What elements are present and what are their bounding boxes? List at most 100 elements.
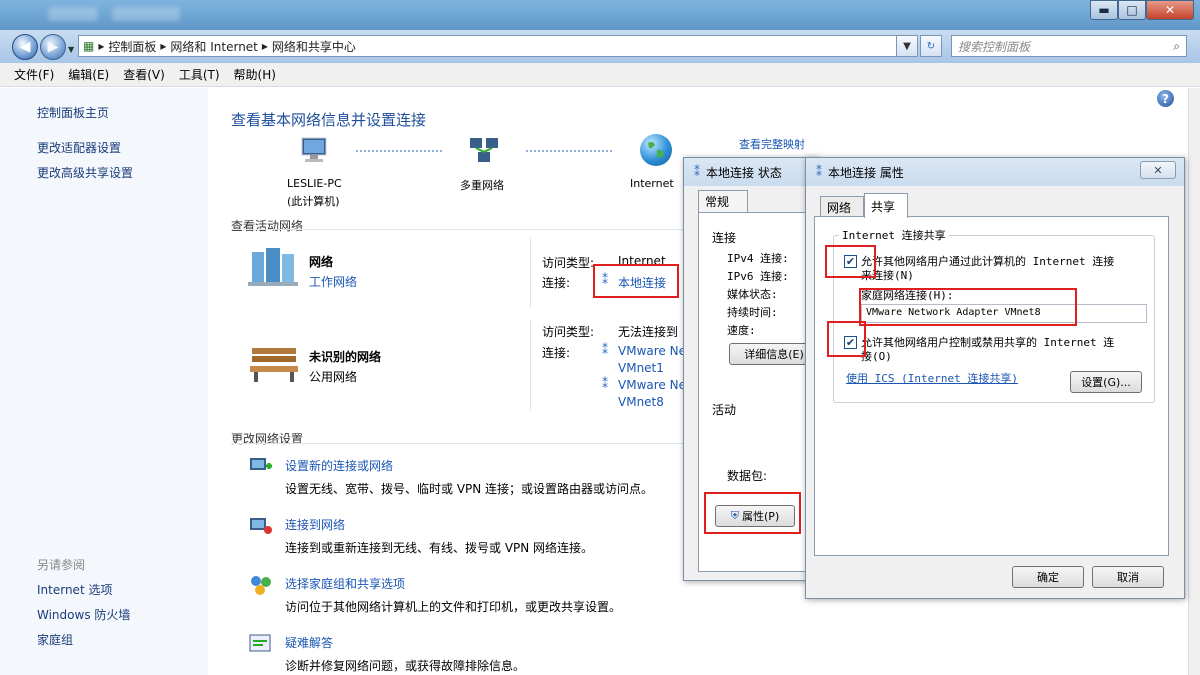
node-this-pc-sub: (此计算机) xyxy=(287,195,340,208)
network-type-link[interactable]: 工作网络 xyxy=(309,273,357,290)
search-icon[interactable]: ⌕ xyxy=(1173,39,1180,54)
bench-icon xyxy=(248,346,300,384)
sidebar-item-control-panel-home[interactable]: 控制面板主页 xyxy=(37,104,109,121)
main-scrollbar[interactable] xyxy=(1188,88,1200,675)
ics-group-title: Internet 连接共享 xyxy=(839,227,949,243)
ethernet-icon: ⁑ xyxy=(602,377,608,391)
title-bar: ▬ □ ✕ xyxy=(0,0,1200,30)
settings-button[interactable]: 设置(G)... xyxy=(1070,371,1142,393)
sidebar-item-internet-options[interactable]: Internet 选项 xyxy=(37,581,112,598)
connect-to-network-icon xyxy=(248,514,274,538)
ethernet-icon: ⁑ xyxy=(602,343,608,357)
network-name: 网络 xyxy=(309,255,334,269)
ics-help-link[interactable]: 使用 ICS (Internet 连接共享) xyxy=(846,370,1018,386)
help-icon[interactable]: ? xyxy=(1157,90,1174,107)
navigation-bar: ◀ ▶ ▼ ▦ ▸ 控制面板 ▸ 网络和 Internet ▸ 网络和共享中心 … xyxy=(0,30,1200,63)
task-troubleshoot-link[interactable]: 疑难解答 xyxy=(285,634,333,651)
multiple-networks-icon xyxy=(468,136,502,166)
access-type-label-2: 访问类型: xyxy=(542,325,595,339)
menu-edit[interactable]: 编辑(E) xyxy=(64,64,113,85)
task-connect-network-link[interactable]: 连接到网络 xyxy=(285,516,345,533)
search-box[interactable]: 搜索控制面板 ⌕ xyxy=(951,35,1187,57)
highlight-local-connection xyxy=(593,264,679,298)
cancel-button[interactable]: 取消 xyxy=(1092,566,1164,588)
globe-icon xyxy=(640,134,672,166)
properties-dialog: ⁑ 本地连接 属性 ✕ 网络 共享 Internet 连接共享 ✔ 允许其他网络… xyxy=(805,157,1185,599)
allow-control-label[interactable]: 允许其他网络用户控制或禁用共享的 Internet 连 xyxy=(861,334,1114,350)
address-dropdown-button[interactable]: ▼ xyxy=(896,35,918,57)
ok-button[interactable]: 确定 xyxy=(1012,566,1084,588)
unidentified-network-name: 未识别的网络 xyxy=(309,350,382,364)
properties-dialog-titlebar: ⁑ 本地连接 属性 xyxy=(806,158,1184,186)
properties-close-button[interactable]: ✕ xyxy=(1140,161,1176,179)
divider xyxy=(530,238,531,308)
back-button[interactable]: ◀ xyxy=(12,34,38,60)
status-dialog-title: 本地连接 状态 xyxy=(706,165,782,180)
divider xyxy=(530,320,531,410)
see-also-heading: 另请参阅 xyxy=(37,558,86,572)
vmnet8-link-line2[interactable]: VMnet8 xyxy=(618,395,664,409)
sidebar-item-windows-firewall[interactable]: Windows 防火墙 xyxy=(37,606,130,623)
menu-view[interactable]: 查看(V) xyxy=(119,64,169,85)
tab-sharing[interactable]: 共享 xyxy=(864,193,908,218)
vmnet8-link[interactable]: VMware Ne xyxy=(618,378,686,392)
maximize-button[interactable]: □ xyxy=(1118,0,1146,20)
window-subtitle-blurred xyxy=(112,7,180,21)
status-ipv4-label: IPv4 连接: xyxy=(727,252,789,265)
status-media-label: 媒体状态: xyxy=(727,288,778,301)
sidebar: 控制面板主页 更改适配器设置 更改高级共享设置 另请参阅 Internet 选项… xyxy=(0,88,208,675)
change-settings-heading: 更改网络设置 xyxy=(231,432,304,446)
highlight-allow-control xyxy=(827,321,866,357)
task-homegroup-desc: 访问位于其他网络计算机上的文件和打印机，或更改共享设置。 xyxy=(285,600,622,614)
search-input[interactable]: 搜索控制面板 xyxy=(958,38,1030,55)
tab-network[interactable]: 网络 xyxy=(820,196,864,218)
status-speed-label: 速度: xyxy=(727,324,756,337)
map-connector xyxy=(356,150,442,152)
status-connection-heading: 连接 xyxy=(712,231,737,245)
properties-dialog-title: 本地连接 属性 xyxy=(828,165,904,180)
task-new-connection-link[interactable]: 设置新的连接或网络 xyxy=(285,457,393,474)
window-title-blurred xyxy=(48,7,98,21)
breadcrumb-network-sharing-center[interactable]: 网络和共享中心 xyxy=(272,38,356,55)
sidebar-item-advanced-sharing[interactable]: 更改高级共享设置 xyxy=(37,164,133,181)
address-bar[interactable]: ▦ ▸ 控制面板 ▸ 网络和 Internet ▸ 网络和共享中心 xyxy=(78,35,915,57)
control-panel-icon: ▦ xyxy=(83,39,95,53)
vmnet1-link-line2[interactable]: VMnet1 xyxy=(618,361,664,375)
divider xyxy=(231,443,687,444)
status-duration-label: 持续时间: xyxy=(727,306,778,319)
public-network-type: 公用网络 xyxy=(309,370,358,384)
work-network-icon xyxy=(248,246,298,288)
task-connect-network-desc: 连接到或重新连接到无线、有线、拨号或 VPN 网络连接。 xyxy=(285,541,594,555)
menu-tools[interactable]: 工具(T) xyxy=(175,64,224,85)
vmnet1-link[interactable]: VMware Ne xyxy=(618,344,686,358)
access-type-value-2: 无法连接到 xyxy=(618,325,679,339)
sidebar-item-change-adapter[interactable]: 更改适配器设置 xyxy=(37,139,121,156)
close-button[interactable]: ✕ xyxy=(1146,0,1194,20)
menu-help[interactable]: 帮助(H) xyxy=(230,64,280,85)
network-adapter-icon: ⁑ xyxy=(694,165,700,179)
connections-label-2: 连接: xyxy=(542,346,571,360)
refresh-icon[interactable]: ↻ xyxy=(920,35,942,57)
minimize-button[interactable]: ▬ xyxy=(1090,0,1118,20)
status-ipv6-label: IPv6 连接: xyxy=(727,270,789,283)
forward-button[interactable]: ▶ xyxy=(40,34,66,60)
active-networks-heading: 查看活动网络 xyxy=(231,219,304,233)
tab-general[interactable]: 常规 xyxy=(698,190,748,212)
breadcrumb-network-internet[interactable]: 网络和 Internet xyxy=(170,38,257,55)
view-full-map-link[interactable]: 查看完整映射 xyxy=(739,136,805,152)
menu-bar: 文件(F) 编辑(E) 查看(V) 工具(T) 帮助(H) xyxy=(0,63,1200,87)
sidebar-item-homegroup[interactable]: 家庭组 xyxy=(37,631,73,648)
map-connector xyxy=(526,150,612,152)
recent-pages-icon[interactable]: ▼ xyxy=(68,45,74,54)
menu-file[interactable]: 文件(F) xyxy=(10,64,58,85)
task-new-connection-desc: 设置无线、宽带、拨号、临时或 VPN 连接；或设置路由器或访问点。 xyxy=(285,482,654,496)
breadcrumb-control-panel[interactable]: 控制面板 xyxy=(108,38,156,55)
highlight-home-network xyxy=(859,288,1077,326)
page-title: 查看基本网络信息并设置连接 xyxy=(231,111,427,129)
window-controls: ▬ □ ✕ xyxy=(1090,0,1194,20)
node-internet-label: Internet xyxy=(630,177,674,190)
access-type-label: 访问类型: xyxy=(542,256,595,270)
highlight-allow-connect xyxy=(825,245,876,278)
task-homegroup-link[interactable]: 选择家庭组和共享选项 xyxy=(285,575,405,592)
new-connection-icon xyxy=(248,454,274,478)
